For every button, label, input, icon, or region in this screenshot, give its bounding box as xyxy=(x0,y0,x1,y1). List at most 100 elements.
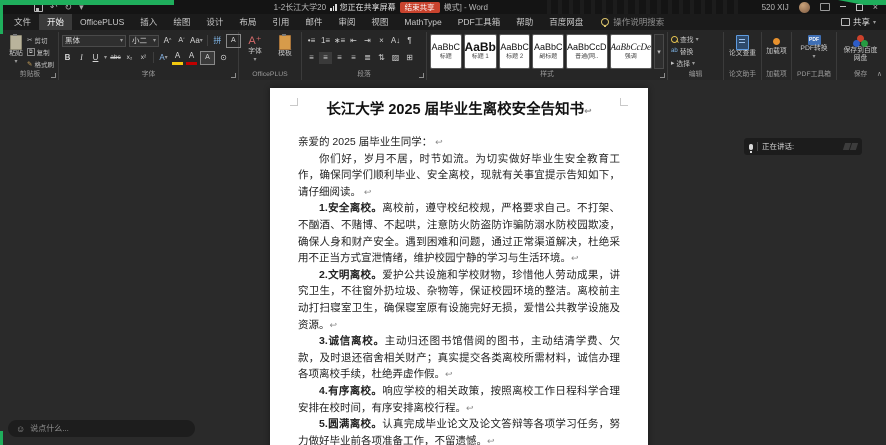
strikethrough-button[interactable]: abc xyxy=(110,52,121,64)
style-item-title[interactable]: AaBbC 标题 xyxy=(430,34,462,69)
align-right-button[interactable]: ≡ xyxy=(333,52,346,64)
officeplus-font-button[interactable]: A⁺ 字体 ▾ xyxy=(243,33,267,64)
font-color-button[interactable]: A xyxy=(186,50,197,65)
tab-references[interactable]: 引用 xyxy=(264,14,297,30)
tab-draw[interactable]: 绘图 xyxy=(165,14,198,30)
tab-home[interactable]: 开始 xyxy=(39,14,72,30)
copy-button[interactable]: ⧉复制 xyxy=(27,47,54,57)
font-size-combo[interactable]: 小二 ▾ xyxy=(129,35,159,47)
paste-button[interactable]: 粘贴 ▾ xyxy=(5,33,27,66)
document-page[interactable]: 长江大学 2025 届毕业生离校安全告知书↩ 亲爱的 2025 届毕业生同学： … xyxy=(270,88,648,445)
group-font: 黑体 ▾ 小二 ▾ A^ Aˇ Aa▾ 拼 A B I U ▾ abc xyxy=(59,32,239,80)
bold-button[interactable]: B xyxy=(62,52,73,64)
text-effects-button[interactable]: A▾ xyxy=(158,52,169,64)
find-button[interactable]: 查找▾ xyxy=(671,34,699,44)
tab-mailings[interactable]: 邮件 xyxy=(297,14,330,30)
font-family-combo[interactable]: 黑体 ▾ xyxy=(62,35,126,47)
style-item-emphasis[interactable]: AaBbCcDe 强调 xyxy=(610,34,653,69)
change-case-button[interactable]: Aa▾ xyxy=(190,35,203,47)
dialog-launcher-icon[interactable] xyxy=(51,73,56,78)
tell-me-search[interactable]: 操作说明搜索 xyxy=(601,16,664,28)
emoji-icon[interactable]: ☺ xyxy=(16,424,25,434)
tab-officeplus[interactable]: OfficePLUS xyxy=(72,14,132,30)
minimize-button[interactable] xyxy=(840,6,846,7)
share-button-label: 共享 xyxy=(853,16,870,28)
underline-button[interactable]: U xyxy=(90,52,101,64)
document-canvas[interactable]: 长江大学 2025 届毕业生离校安全告知书↩ 亲爱的 2025 届毕业生同学： … xyxy=(0,78,886,445)
chevron-down-icon[interactable]: ▾ xyxy=(104,54,107,61)
doc-title-prefix: 1-2长江大学20 xyxy=(274,2,326,13)
distribute-button[interactable]: ≣ xyxy=(361,52,374,64)
cut-button[interactable]: ✂剪切 xyxy=(27,35,54,45)
restore-button[interactable] xyxy=(856,4,863,11)
character-shading-button[interactable]: A xyxy=(200,51,215,65)
paper-check-button[interactable]: 论文查重 xyxy=(727,33,758,58)
group-label-pdf-toolbox: PDF工具箱 xyxy=(795,70,833,80)
format-painter-button[interactable]: ✎格式刷 xyxy=(27,59,54,69)
select-button[interactable]: ▸选择▾ xyxy=(671,58,699,68)
highlight-button[interactable]: A xyxy=(172,50,183,65)
increase-indent-button[interactable]: ⇥ xyxy=(361,35,374,47)
group-label-clipboard: 剪贴板 xyxy=(5,70,55,80)
officeplus-template-button[interactable]: 模板 xyxy=(273,33,297,58)
multilevel-list-button[interactable]: ∗≡ xyxy=(333,35,346,47)
replace-button[interactable]: ab替换 xyxy=(671,46,699,56)
align-center-button[interactable]: ≡ xyxy=(319,52,332,64)
share-button[interactable]: 共享 ▾ xyxy=(841,16,876,28)
tab-layout[interactable]: 布局 xyxy=(231,14,264,30)
tab-help[interactable]: 帮助 xyxy=(508,14,541,30)
tab-design[interactable]: 设计 xyxy=(198,14,231,30)
chevron-down-icon: ▾ xyxy=(812,53,815,61)
tab-baidu-netdisk[interactable]: 百度网盘 xyxy=(541,14,591,30)
group-label-save: 保存 xyxy=(840,70,881,80)
grow-font-button[interactable]: A^ xyxy=(162,35,173,47)
italic-button[interactable]: I xyxy=(76,52,87,64)
decrease-indent-button[interactable]: ⇤ xyxy=(347,35,360,47)
tab-view[interactable]: 视图 xyxy=(363,14,396,30)
signal-icon xyxy=(330,4,337,11)
dialog-launcher-icon[interactable] xyxy=(660,73,665,78)
dialog-launcher-icon[interactable] xyxy=(419,73,424,78)
meeting-speaking-indicator: 正在讲话: xyxy=(744,138,862,155)
align-left-button[interactable]: ≡ xyxy=(305,52,318,64)
style-item-heading2[interactable]: AaBbC 标题 2 xyxy=(499,34,531,69)
addins-button[interactable]: 加载项 xyxy=(766,33,788,56)
bullets-button[interactable]: •≡ xyxy=(305,35,318,47)
save-to-netdisk-button[interactable]: 保存到百度网盘 xyxy=(841,33,881,63)
tab-pdf-toolbox[interactable]: PDF工具箱 xyxy=(450,14,509,30)
line-spacing-button[interactable]: ⇅ xyxy=(375,52,388,64)
style-item-heading1[interactable]: AaBb 标题 1 xyxy=(464,34,497,69)
tab-file[interactable]: 文件 xyxy=(6,14,39,30)
dialog-launcher-icon[interactable] xyxy=(231,73,236,78)
justify-button[interactable]: ≡ xyxy=(347,52,360,64)
subscript-button[interactable]: x₂ xyxy=(124,52,135,64)
style-item-subtitle[interactable]: AaBbC 副标题 xyxy=(532,34,564,69)
group-clipboard: 粘贴 ▾ ✂剪切 ⧉复制 ✎格式刷 剪贴板 xyxy=(2,32,59,80)
phonetic-guide-button[interactable]: 拼 xyxy=(212,35,223,47)
pdf-convert-button[interactable]: PDF PDF转换 ▾ xyxy=(795,33,833,61)
numbering-button[interactable]: 1≡ xyxy=(319,35,332,47)
style-item-normal-web[interactable]: AaBbCcD 普通(网.. xyxy=(566,34,608,69)
ribbon-display-options-icon[interactable] xyxy=(820,3,830,11)
enclose-characters-button[interactable]: ⊙ xyxy=(218,52,229,64)
show-paragraph-marks-button[interactable]: ¶ xyxy=(403,35,416,47)
meeting-logo-icon xyxy=(844,143,857,150)
end-share-button[interactable]: 结束共享 xyxy=(400,2,440,13)
screen-share-border-left xyxy=(0,0,3,34)
tab-review[interactable]: 审阅 xyxy=(330,14,363,30)
asian-layout-button[interactable]: × xyxy=(375,35,388,47)
tab-insert[interactable]: 插入 xyxy=(132,14,165,30)
shading-button[interactable]: ▨ xyxy=(389,52,402,64)
styles-more-button[interactable]: ▾ xyxy=(654,34,664,69)
tab-mathtype[interactable]: MathType xyxy=(396,14,449,30)
avatar[interactable] xyxy=(799,2,810,13)
shrink-font-button[interactable]: Aˇ xyxy=(176,35,187,47)
superscript-button[interactable]: x² xyxy=(138,52,149,64)
sort-button[interactable]: A↓ xyxy=(389,35,402,47)
template-icon xyxy=(279,35,291,50)
pilcrow-mark: ↩ xyxy=(487,436,495,445)
chat-input[interactable]: ☺ 说点什么... xyxy=(8,420,195,437)
borders-button[interactable]: ⊞ xyxy=(403,52,416,64)
collapse-ribbon-icon[interactable]: ∧ xyxy=(877,70,882,78)
pilcrow-mark: ↩ xyxy=(466,403,474,413)
